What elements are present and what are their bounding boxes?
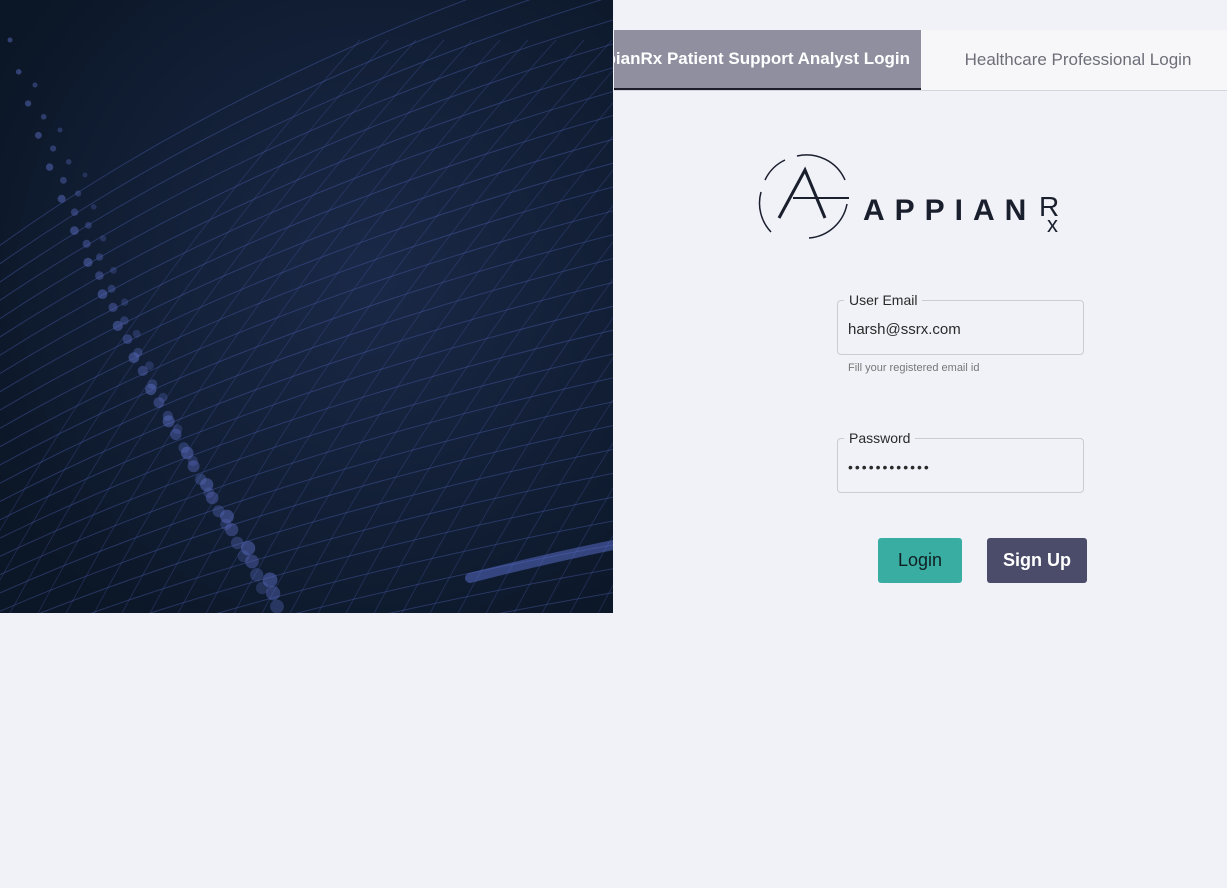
svg-text:x: x bbox=[1047, 212, 1058, 237]
tab-label: Healthcare Professional Login bbox=[964, 50, 1192, 69]
appianrx-logo: APPIAN R x bbox=[757, 152, 1067, 242]
login-button[interactable]: Login bbox=[878, 538, 962, 583]
tab-patient-support-analyst[interactable]: pianRx Patient Support Analyst Login bbox=[614, 30, 921, 90]
tab-label: pianRx Patient Support Analyst Login bbox=[614, 49, 910, 68]
appianrx-logo-icon: APPIAN R x bbox=[758, 154, 1059, 239]
hero-network-image bbox=[0, 0, 613, 613]
tab-healthcare-professional[interactable]: Healthcare Professional Login bbox=[921, 30, 1227, 90]
login-type-tabs: pianRx Patient Support Analyst Login Hea… bbox=[614, 30, 1227, 91]
signup-button[interactable]: Sign Up bbox=[987, 538, 1087, 583]
logo-wordmark: APPIAN bbox=[863, 194, 1036, 227]
password-field: Password bbox=[837, 430, 1084, 493]
email-field: User Email bbox=[837, 292, 1084, 355]
login-page: pianRx Patient Support Analyst Login Hea… bbox=[0, 0, 1227, 888]
email-input[interactable] bbox=[848, 321, 1073, 338]
email-label: User Email bbox=[844, 292, 923, 308]
password-input[interactable] bbox=[848, 459, 1073, 475]
password-label: Password bbox=[844, 430, 916, 446]
email-helper-text: Fill your registered email id bbox=[848, 362, 980, 374]
